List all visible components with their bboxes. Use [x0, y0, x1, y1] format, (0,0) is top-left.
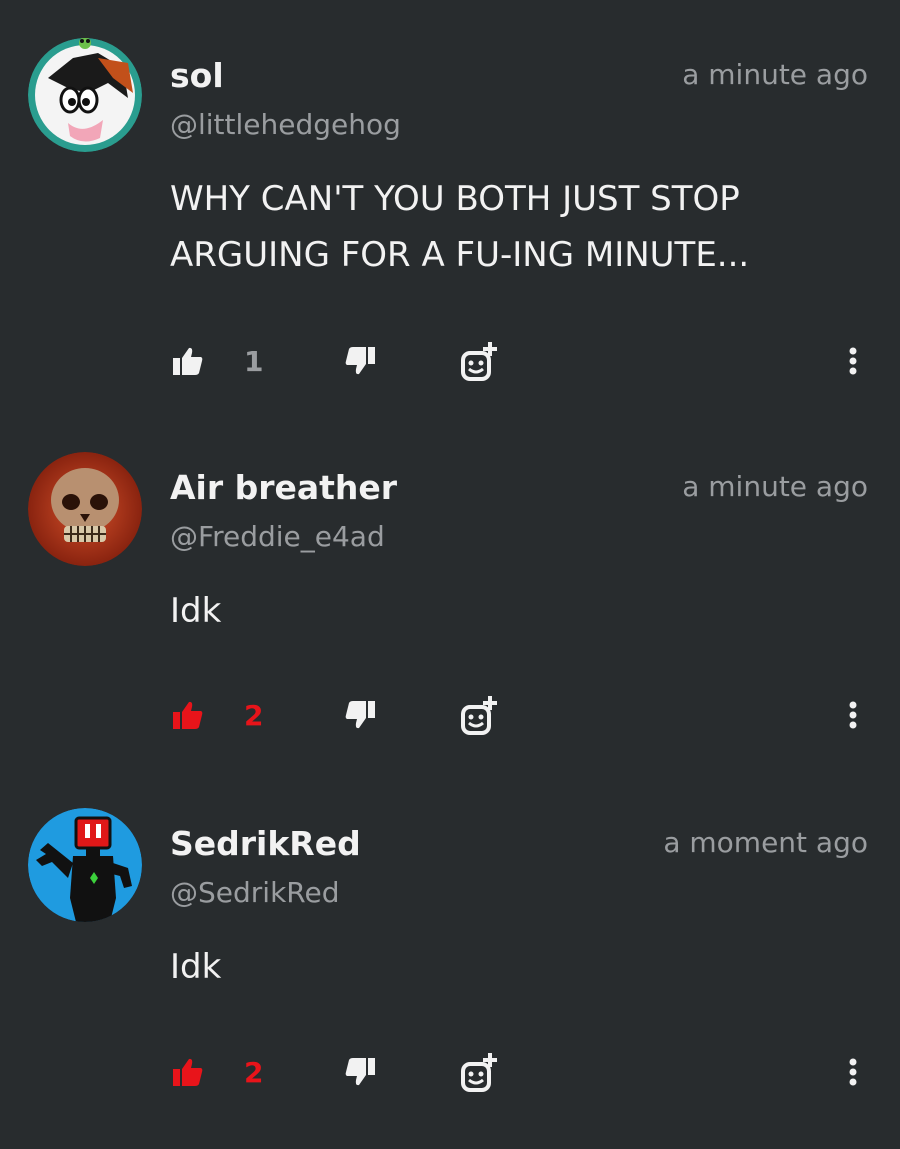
add-reaction-button[interactable] [460, 1047, 498, 1097]
comment-text: Idk [170, 947, 222, 987]
thumbs-up-icon [173, 1058, 203, 1086]
more-vertical-icon [849, 1058, 857, 1086]
robot-silhouette-avatar [28, 808, 142, 922]
user-handle[interactable]: @SedrikRed [170, 876, 339, 909]
like-count-text: 2 [244, 1055, 264, 1089]
timestamp: a moment ago [663, 826, 868, 859]
like-count: 2 [244, 1047, 263, 1097]
comment-actions: 2 [0, 1047, 900, 1097]
thumbs-down-icon [345, 1058, 375, 1086]
comment-feed: sol @littlehedgehog a minute ago WHY CAN… [0, 0, 900, 1149]
add-reaction-icon [461, 1053, 497, 1092]
more-options-button[interactable] [846, 1047, 860, 1097]
avatar[interactable] [28, 808, 142, 922]
like-button[interactable] [172, 1047, 204, 1097]
username[interactable]: SedrikRed [170, 824, 361, 863]
comment-item: SedrikRed @SedrikRed a moment ago Idk 2 [0, 0, 900, 1149]
dislike-button[interactable] [344, 1047, 376, 1097]
